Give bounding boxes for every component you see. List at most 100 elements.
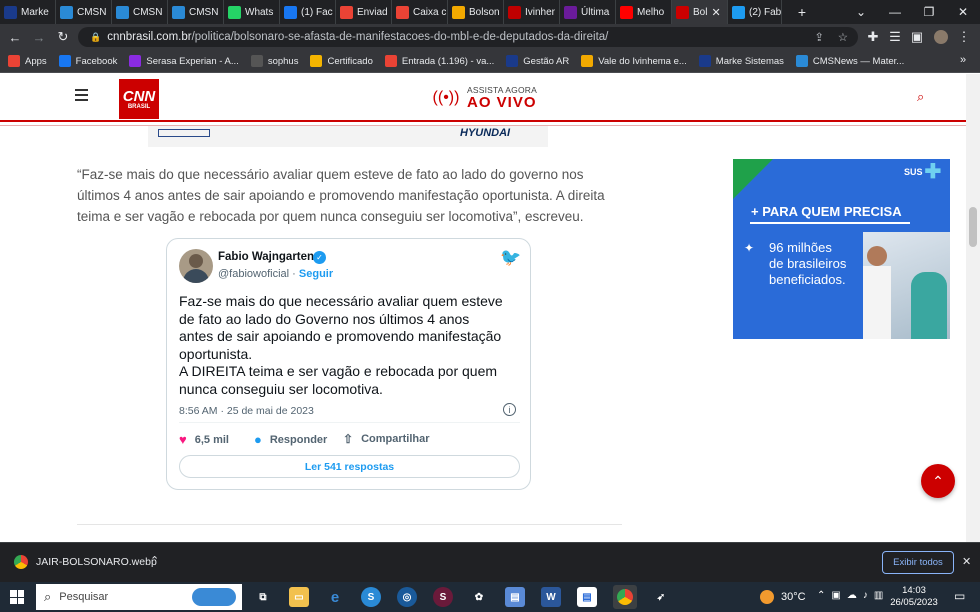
skype-icon[interactable]: S	[361, 587, 381, 607]
document-icon[interactable]: ▤	[577, 587, 597, 607]
browser-tab[interactable]: Bol ✕	[672, 0, 728, 24]
app-icon[interactable]: ▤	[505, 587, 525, 607]
live-link[interactable]: ASSISTA AGORA AO VIVO	[467, 85, 537, 111]
side-panel-icon[interactable]: ▣	[908, 28, 926, 46]
follow-link[interactable]: Seguir	[299, 268, 333, 280]
download-filename[interactable]: JAIR-BOLSONARO.webp	[36, 556, 157, 568]
ad-line: 96 milhões	[769, 240, 832, 255]
app-icon[interactable]: ✿	[469, 587, 489, 607]
word-icon[interactable]: W	[541, 587, 561, 607]
reload-button[interactable]: ↻	[54, 28, 72, 46]
taskbar-search[interactable]: ⌕ Pesquisar	[36, 584, 242, 610]
clock[interactable]: 14:03 26/05/2023	[888, 585, 940, 609]
more-bookmarks-icon[interactable]: »	[960, 54, 966, 66]
close-window-button[interactable]: ✕	[948, 0, 978, 24]
bookmark-item[interactable]: Certificado	[310, 55, 373, 67]
tweet-line: oportunista.	[179, 345, 253, 362]
browser-tab[interactable]: (2) Fab	[728, 0, 782, 24]
profile-avatar[interactable]	[932, 28, 950, 46]
weather-temp[interactable]: 30°C	[781, 591, 806, 603]
browser-tab[interactable]: CMSN	[56, 0, 112, 24]
ad-body: 96 milhões de brasileiros beneficiados.	[769, 240, 846, 288]
bookmark-item[interactable]: CMSNews — Mater...	[795, 55, 904, 67]
edge-icon[interactable]: e	[325, 587, 345, 607]
browser-tab[interactable]: Ivinher	[504, 0, 560, 24]
live-broadcast-icon[interactable]: ((•))	[432, 86, 460, 110]
bookmark-item[interactable]: Facebook	[58, 55, 117, 67]
site-icon	[508, 5, 521, 19]
back-button[interactable]: ←	[6, 28, 24, 46]
chevron-up-icon[interactable]: ⌃	[150, 554, 159, 567]
task-view-icon[interactable]: ⧉	[253, 587, 273, 607]
bookmark-label: Marke Sistemas	[715, 55, 784, 67]
forward-button[interactable]: →	[30, 28, 48, 46]
sus-ad-banner[interactable]: SUS ✚ + PARA QUEM PRECISA ✦ 96 milhões d…	[733, 159, 950, 339]
extensions-icon[interactable]: ✚	[864, 28, 882, 46]
cnn-brasil-logo[interactable]: CNN BRASIL	[119, 79, 159, 119]
hamburger-menu-icon[interactable]	[75, 89, 88, 101]
file-explorer-icon[interactable]: ▭	[289, 587, 309, 607]
weather-sun-icon[interactable]	[760, 590, 774, 604]
browser-tab[interactable]: CMSN	[112, 0, 168, 24]
tweet-handle[interactable]: @fabiowoficial	[218, 268, 289, 280]
browser-tab[interactable]: (1) Fac	[280, 0, 336, 24]
browser-tab[interactable]: Marke	[0, 0, 56, 24]
browser-tab[interactable]: CMSN	[168, 0, 224, 24]
bookmark-item[interactable]: Serasa Experian - A...	[129, 55, 239, 67]
avatar[interactable]	[179, 249, 213, 283]
top-ad-banner[interactable]: HYUNDAI	[148, 126, 548, 147]
whatsapp-icon	[228, 5, 241, 19]
share-icon[interactable]: ⇪	[814, 30, 824, 44]
app-icon[interactable]: ➶	[651, 587, 671, 607]
chrome-taskbar-icon[interactable]	[613, 585, 637, 609]
like-button[interactable]: ♥ 6,5 mil	[179, 432, 229, 447]
app-icon[interactable]: ◎	[397, 587, 417, 607]
embedded-tweet[interactable]: Fabio Wajngarten ✓ @fabiowoficial · Segu…	[166, 238, 531, 490]
bookmark-item[interactable]: sophus	[250, 55, 298, 67]
show-all-downloads-button[interactable]: Exibir todos	[882, 551, 954, 574]
tweet-author-name[interactable]: Fabio Wajngarten	[218, 251, 314, 263]
marke-icon	[4, 5, 17, 19]
address-bar[interactable]: 🔒 cnnbrasil.com.br/politica/bolsonaro-se…	[78, 27, 858, 47]
restore-button[interactable]: ❐	[914, 0, 944, 24]
browser-tab[interactable]: Whats	[224, 0, 280, 24]
star-icon[interactable]: ☆	[838, 30, 848, 44]
bookmark-item[interactable]: Gestão AR	[506, 55, 569, 67]
browser-tab[interactable]: Melho	[616, 0, 672, 24]
app-icon[interactable]: S	[433, 587, 453, 607]
search-icon[interactable]: ⌕	[917, 89, 924, 105]
bookmark-item[interactable]: Vale do Ivinhema e...	[581, 55, 687, 67]
close-icon[interactable]: ✕	[962, 555, 971, 568]
share-icon: ⇧	[343, 432, 354, 446]
new-tab-button[interactable]: +	[787, 0, 817, 24]
ad-underline	[750, 222, 910, 224]
tweet-line: antes de sair apoiando e promovendo mani…	[179, 328, 502, 344]
browser-tab[interactable]: Caixa c	[392, 0, 448, 24]
bookmark-item[interactable]: Marke Sistemas	[698, 55, 784, 67]
tab-label: Última	[581, 6, 610, 18]
info-icon[interactable]: i	[503, 403, 516, 416]
tweet-timestamp[interactable]: 8:56 AM · 25 de mai de 2023	[179, 405, 314, 417]
twitter-bird-icon[interactable]: 🐦	[500, 248, 521, 268]
cross-icon: ✚	[924, 161, 942, 183]
bookmark-item[interactable]: Apps	[8, 55, 47, 67]
share-button[interactable]: ⇧ Compartilhar	[343, 432, 430, 446]
system-tray-icons[interactable]: ⌃▣☁♪▥	[817, 590, 889, 601]
browser-tab[interactable]: Enviad	[336, 0, 392, 24]
scrollbar[interactable]	[966, 74, 980, 542]
windows-start-icon[interactable]	[10, 590, 24, 604]
chevron-down-icon[interactable]: ⌄	[846, 0, 876, 24]
reply-button[interactable]: ● Responder	[254, 432, 327, 447]
minimize-button[interactable]: —	[880, 0, 910, 24]
reading-list-icon[interactable]: ☰	[886, 28, 904, 46]
bookmark-item[interactable]: Entrada (1.196) - va...	[384, 55, 494, 67]
browser-tab[interactable]: Última	[560, 0, 616, 24]
scroll-to-top-button[interactable]: ⌃	[921, 464, 955, 498]
scrollbar-thumb[interactable]	[969, 207, 977, 247]
menu-icon[interactable]: ⋮	[955, 28, 973, 46]
section-divider	[77, 524, 622, 525]
close-tab-icon[interactable]: ✕	[711, 6, 720, 19]
read-replies-button[interactable]: Ler 541 respostas	[179, 455, 520, 478]
notification-icon[interactable]: ▭	[954, 589, 965, 603]
browser-tab[interactable]: Bolson	[448, 0, 504, 24]
